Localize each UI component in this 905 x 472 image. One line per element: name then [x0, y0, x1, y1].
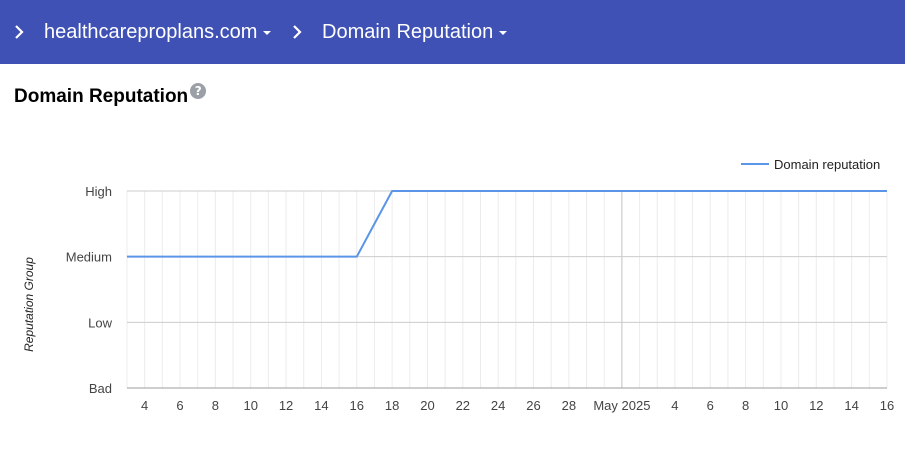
page-title: Domain Reputation [14, 86, 189, 107]
x-tick-label: 12 [809, 398, 823, 413]
section-selector-label: Domain Reputation [322, 21, 494, 43]
x-tick-label: 8 [212, 398, 219, 413]
help-icon[interactable]: ? [190, 83, 207, 99]
x-tick-label: 6 [176, 398, 183, 413]
x-tick-label: May 2025 [593, 398, 650, 413]
reputation-chart: Bad Low Medium High 4 6 8 10 12 14 16 18 20 22 24 26 28 M… [22, 157, 894, 413]
y-tick-label: Low [88, 315, 112, 330]
x-tick-label: 4 [671, 398, 678, 413]
x-tick-label: 4 [141, 398, 148, 413]
x-tick-label: 16 [880, 398, 894, 413]
caret-down-icon [499, 31, 508, 35]
caret-down-icon [263, 31, 272, 35]
x-tick-label: 28 [562, 398, 576, 413]
section-selector[interactable]: Domain Reputation [322, 20, 508, 44]
series-line-domain-reputation [127, 190, 887, 258]
domain-selector-label: healthcareproplans.com [44, 21, 258, 43]
chevron-right-icon [15, 25, 24, 39]
y-tick-label: Medium [66, 250, 112, 265]
y-axis-title: Reputation Group [22, 257, 36, 352]
x-tick-label: 20 [420, 398, 434, 413]
x-tick-label: 10 [243, 398, 257, 413]
page-title-row: Domain Reputation ? [14, 83, 207, 110]
x-tick-label: 22 [456, 398, 470, 413]
y-tick-label: High [85, 184, 112, 199]
x-tick-label: 14 [844, 398, 858, 413]
top-app-bar: healthcareproplans.com Domain Reputation [0, 0, 905, 64]
x-tick-label: 16 [350, 398, 364, 413]
x-tick-label: 24 [491, 398, 505, 413]
x-tick-label: 10 [774, 398, 788, 413]
legend-label: Domain reputation [774, 157, 880, 172]
domain-selector[interactable]: healthcareproplans.com [44, 20, 272, 44]
x-tick-label: 6 [707, 398, 714, 413]
x-tick-label: 14 [314, 398, 328, 413]
chevron-right-icon [293, 25, 302, 39]
x-tick-label: 8 [742, 398, 749, 413]
x-tick-label: 26 [526, 398, 540, 413]
y-tick-label: Bad [89, 381, 112, 396]
x-tick-label: 12 [279, 398, 293, 413]
x-tick-label: 18 [385, 398, 399, 413]
